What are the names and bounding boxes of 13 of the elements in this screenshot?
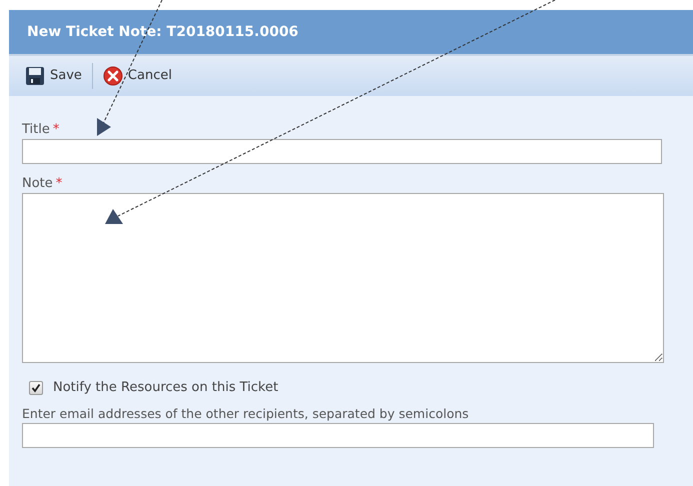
field-label: Title (22, 122, 50, 138)
field-label: Enter email addresses of the other recipients, separated by semicolons (22, 406, 470, 422)
save-button[interactable]: Save (25, 66, 82, 86)
cancel-button[interactable]: Cancel (102, 66, 172, 86)
notify-checkbox[interactable] (29, 380, 43, 395)
checkbox-label: Notify the Resources on this Ticket (53, 379, 278, 397)
title-input[interactable] (22, 139, 662, 164)
dialog-title: New Ticket Note: T20180115.0006 (27, 22, 298, 42)
email-input[interactable] (22, 422, 654, 448)
required-mark: * (52, 122, 60, 138)
required-mark: * (56, 176, 62, 192)
field-label: Note (22, 176, 53, 192)
cancel-icon (102, 66, 123, 86)
